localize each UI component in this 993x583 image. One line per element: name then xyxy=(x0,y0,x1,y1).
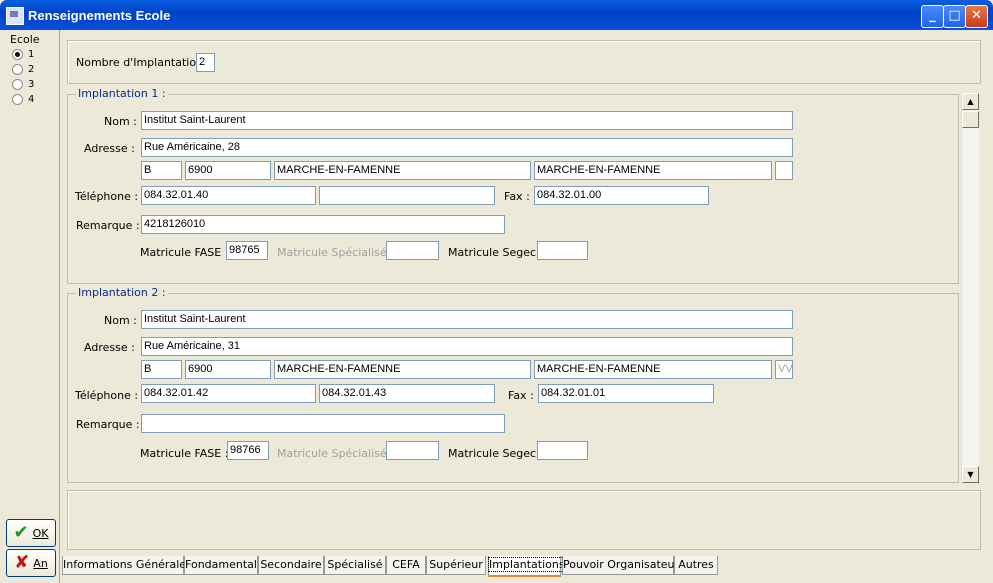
extra-input[interactable] xyxy=(775,161,793,180)
ecole-selector: Ecole 1 2 3 4 ✔ OK ✘ An xyxy=(0,30,60,583)
ecole-label: Ecole xyxy=(10,33,40,46)
radio-icon[interactable] xyxy=(12,94,23,105)
commune-input[interactable]: MARCHE-EN-FAMENNE xyxy=(534,360,772,379)
bottom-panel xyxy=(67,490,981,550)
arrow-down-icon: ▼ xyxy=(967,470,974,479)
ecole-option-3[interactable]: 3 xyxy=(12,79,34,90)
telephone-2-input[interactable]: 084.32.01.43 xyxy=(319,384,495,403)
matricule-segec-input[interactable] xyxy=(537,441,588,460)
radio-icon[interactable] xyxy=(12,79,23,90)
nb-implantations-input[interactable]: 2 xyxy=(196,53,215,72)
nom-input[interactable]: Institut Saint-Laurent xyxy=(141,310,793,329)
divider xyxy=(59,30,60,583)
matricule-specialise-label: Matricule Spécialisé : xyxy=(277,447,394,460)
app-icon xyxy=(6,7,24,25)
fax-input[interactable]: 084.32.01.00 xyxy=(534,186,709,205)
window: Renseignements Ecole _ □ ✕ Ecole 1 2 3 4… xyxy=(0,0,993,583)
cancel-button[interactable]: ✘ An xyxy=(6,549,56,577)
matricule-segec-label: Matricule Segec : xyxy=(448,246,544,259)
scroll-thumb[interactable] xyxy=(962,111,979,128)
matricule-segec-label: Matricule Segec : xyxy=(448,447,544,460)
remarque-input[interactable]: 4218126010 xyxy=(141,215,505,234)
matricule-segec-input[interactable] xyxy=(537,241,588,260)
fax-label: Fax : xyxy=(504,190,530,203)
matricule-specialise-input[interactable] xyxy=(386,441,439,460)
telephone-label: Téléphone : xyxy=(75,190,139,203)
adresse-label: Adresse : xyxy=(84,341,135,354)
fax-input[interactable]: 084.32.01.01 xyxy=(538,384,714,403)
telephone-label: Téléphone : xyxy=(75,389,139,402)
tab-informations-generales[interactable]: Informations Générales xyxy=(62,556,192,575)
tab-pouvoir-organisateur[interactable]: Pouvoir Organisateur xyxy=(562,556,679,575)
fax-label: Fax : xyxy=(508,389,534,402)
ecole-option-1[interactable]: 1 xyxy=(12,49,34,60)
pays-input[interactable]: B xyxy=(141,360,182,379)
code-postal-input[interactable]: 6900 xyxy=(185,360,271,379)
matricule-specialise-input[interactable] xyxy=(386,241,439,260)
ok-button[interactable]: ✔ OK xyxy=(6,519,56,547)
group-title: Implantation 1 : xyxy=(76,87,168,100)
close-button[interactable]: ✕ xyxy=(965,5,988,28)
arrow-up-icon: ▲ xyxy=(967,97,974,106)
tab-specialise[interactable]: Spécialisé xyxy=(324,556,386,575)
matricule-fase-label: Matricule FASE : xyxy=(140,246,229,259)
remarque-label: Remarque : xyxy=(76,219,140,232)
remarque-input[interactable] xyxy=(141,414,505,433)
ecole-option-2[interactable]: 2 xyxy=(12,64,34,75)
code-postal-input[interactable]: 6900 xyxy=(185,161,271,180)
window-title: Renseignements Ecole xyxy=(28,8,171,23)
adresse-input[interactable]: Rue Américaine, 31 xyxy=(141,337,793,356)
nb-implantations-label: Nombre d'Implantations : xyxy=(76,56,216,69)
tab-autres[interactable]: Autres xyxy=(674,556,718,575)
matricule-specialise-label: Matricule Spécialisé : xyxy=(277,246,394,259)
adresse-input[interactable]: Rue Américaine, 28 xyxy=(141,138,793,157)
commune-input[interactable]: MARCHE-EN-FAMENNE xyxy=(534,161,772,180)
scroll-up-button[interactable]: ▲ xyxy=(962,93,979,110)
tab-superieur[interactable]: Supérieur xyxy=(426,556,486,575)
nom-label: Nom : xyxy=(104,314,137,327)
nom-input[interactable]: Institut Saint-Laurent xyxy=(141,111,793,130)
radio-icon[interactable] xyxy=(12,49,23,60)
extra-input[interactable]: VV xyxy=(775,360,793,379)
matricule-fase-input[interactable]: 98766 xyxy=(227,441,269,460)
localite-input[interactable]: MARCHE-EN-FAMENNE xyxy=(274,161,531,180)
matricule-fase-input[interactable]: 98765 xyxy=(226,241,268,260)
check-icon: ✔ xyxy=(13,522,29,543)
remarque-label: Remarque : xyxy=(76,418,140,431)
ecole-option-4[interactable]: 4 xyxy=(12,94,34,105)
telephone-1-input[interactable]: 084.32.01.40 xyxy=(141,186,316,205)
matricule-fase-label: Matricule FASE : xyxy=(140,447,229,460)
nom-label: Nom : xyxy=(104,115,137,128)
adresse-label: Adresse : xyxy=(84,142,135,155)
maximize-icon: □ xyxy=(948,8,961,23)
minimize-icon: _ xyxy=(929,8,936,23)
title-bar[interactable]: Renseignements Ecole _ □ ✕ xyxy=(0,0,993,30)
scroll-down-button[interactable]: ▼ xyxy=(962,466,979,483)
minimize-button[interactable]: _ xyxy=(921,5,944,28)
header-panel: Nombre d'Implantations : 2 xyxy=(67,40,981,84)
telephone-2-input[interactable] xyxy=(319,186,495,205)
localite-input[interactable]: MARCHE-EN-FAMENNE xyxy=(274,360,531,379)
tab-fondamental[interactable]: Fondamental xyxy=(184,556,258,575)
group-title: Implantation 2 : xyxy=(76,286,168,299)
vertical-scrollbar[interactable]: ▲ ▼ xyxy=(961,93,979,483)
telephone-1-input[interactable]: 084.32.01.42 xyxy=(141,384,316,403)
tab-implantations[interactable]: Implantations xyxy=(488,556,566,577)
pays-input[interactable]: B xyxy=(141,161,182,180)
tab-secondaire[interactable]: Secondaire xyxy=(258,556,324,575)
cross-icon: ✘ xyxy=(14,552,30,573)
tab-cefa[interactable]: CEFA xyxy=(386,556,426,575)
radio-icon[interactable] xyxy=(12,64,23,75)
close-icon: ✕ xyxy=(971,8,982,23)
maximize-button[interactable]: □ xyxy=(943,5,966,28)
